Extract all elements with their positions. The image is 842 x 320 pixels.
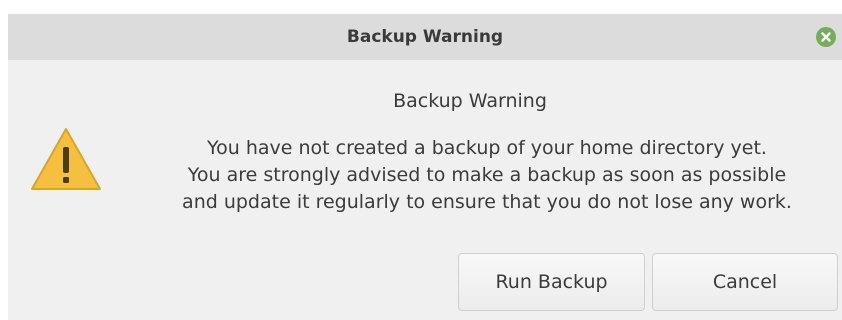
cancel-button[interactable]: Cancel	[652, 253, 838, 311]
message-line: You are strongly advised to make a backu…	[187, 164, 787, 186]
close-icon	[821, 32, 831, 42]
dialog-heading: Backup Warning	[393, 90, 547, 112]
message-line: and update it regularly to ensure that y…	[182, 191, 792, 213]
window-titlebar[interactable]: Backup Warning	[8, 14, 842, 60]
window-title: Backup Warning	[346, 27, 504, 47]
message-line: You have not created a backup of your ho…	[207, 137, 767, 159]
warning-triangle-icon	[31, 128, 101, 190]
close-button[interactable]	[816, 27, 836, 47]
dialog-message: You have not created a backup of your ho…	[140, 135, 834, 216]
backup-warning-dialog: Backup Warning Backup Warning You have n…	[8, 14, 842, 320]
run-backup-button[interactable]: Run Backup	[458, 253, 645, 311]
